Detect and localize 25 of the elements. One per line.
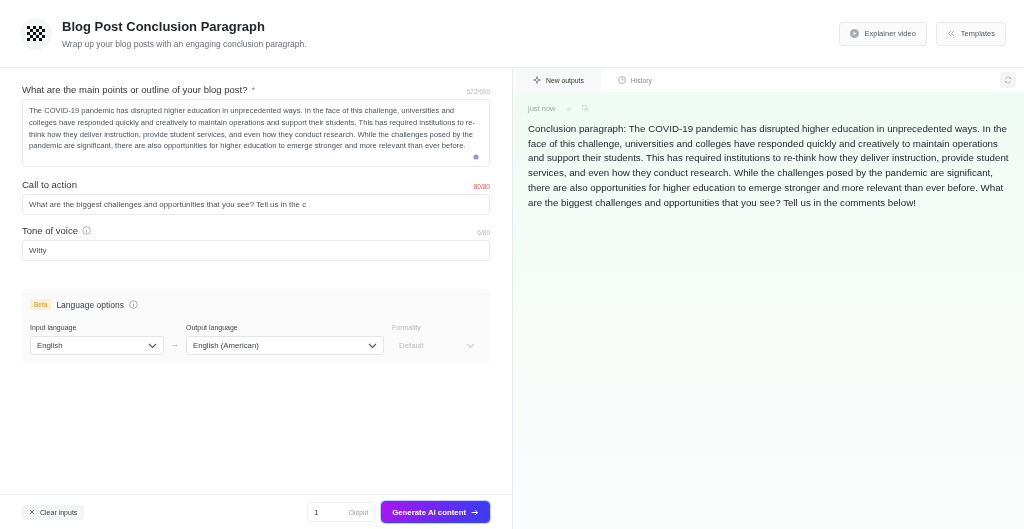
double-chevron-left-icon — [946, 30, 955, 37]
output-text: Conclusion paragraph: The COVID-19 pandemic has disrupted higher education in unprecedented ways. In the face of this challenge, universities and colleges have responded quickly and creatively to maintain operations and support their students. This has required institutions to re-think how they deliver instruction, provide student services, and even how they conduct research. While the challenges posed by the pandemic are significant, there are also opportunities for higher education to emerge stronger and more relevant than ever before. What are the biggest challenges and opportunities that you see? Tell us in the comments below! — [528, 122, 1009, 210]
refresh-button[interactable] — [1000, 72, 1016, 88]
sparkle-icon — [533, 76, 541, 84]
field-label: Call to action — [22, 179, 77, 191]
page-subtitle: Wrap up your blog posts with an engaging conclusion paragraph. — [62, 38, 308, 49]
copy-icon[interactable] — [581, 105, 589, 112]
section-title: Language options — [56, 299, 124, 310]
chevron-down-icon — [148, 342, 157, 349]
clock-icon — [617, 76, 626, 84]
info-icon — [82, 226, 91, 236]
page-title: Blog Post Conclusion Paragraph — [62, 18, 266, 34]
chevron-down-icon — [466, 342, 475, 349]
play-icon — [849, 29, 859, 38]
arrow-right-icon — [172, 343, 178, 349]
required-mark: * — [251, 84, 255, 95]
refresh-icon — [1004, 76, 1012, 84]
info-icon — [128, 300, 138, 310]
chevron-down-icon — [368, 342, 377, 349]
resize-icon — [473, 154, 479, 161]
field-label: Tone of voice — [22, 225, 78, 237]
field-label: What are the main points or outline of your blog post? — [22, 84, 248, 95]
close-icon — [29, 509, 35, 515]
checkered-flag-icon — [27, 26, 45, 41]
arrow-right-icon — [471, 508, 479, 516]
